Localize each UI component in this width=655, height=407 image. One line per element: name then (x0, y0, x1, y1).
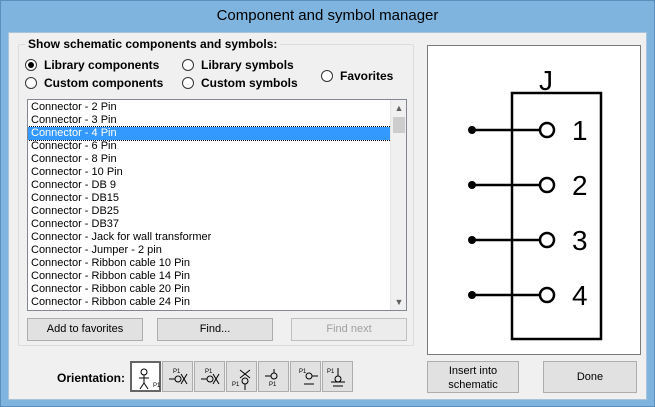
list-item[interactable]: Connector - 6 Pin (28, 140, 391, 153)
radio-label: Custom components (44, 76, 164, 90)
pin-endpoint (468, 126, 476, 134)
radio-label: Favorites (340, 69, 394, 83)
connector-symbol: J 1 2 3 4 (468, 65, 603, 341)
orientation-pin-label: P1 (299, 369, 307, 375)
symbol-pins: 1 2 3 4 (468, 115, 588, 311)
pin-number: 4 (572, 280, 588, 311)
symbol-pin: 1 (468, 115, 588, 146)
list-item[interactable]: Connector - 4 Pin (28, 126, 392, 141)
pin-number: 3 (572, 225, 588, 256)
orientation-6-button[interactable]: P1 (290, 361, 321, 392)
orientation-icon: P1 (327, 368, 345, 387)
pin-circle (538, 231, 556, 249)
orientation-pin-label: P1 (269, 382, 277, 388)
orientation-pin-label: P1 (153, 383, 160, 389)
find-button[interactable]: Find... (157, 318, 273, 341)
orientation-icon: P1 (169, 369, 188, 385)
list-item[interactable]: Connector - 8 Pin (28, 153, 391, 166)
pin-endpoint (468, 236, 476, 244)
list-item[interactable]: Connector - Jack for wall transformer (28, 231, 391, 244)
orientation-1-button[interactable]: P1 (130, 361, 161, 392)
list-item[interactable]: Connector - Ribbon cable 20 Pin (28, 283, 391, 296)
insert-button-label: Insert into schematic (448, 365, 498, 391)
orientation-icon: P1 (299, 369, 318, 385)
radio-circle (25, 59, 37, 71)
radio-library-components[interactable]: Library components (25, 58, 159, 73)
radio-label: Library symbols (201, 58, 294, 72)
insert-into-schematic-button[interactable]: Insert into schematic (427, 361, 519, 393)
list-item[interactable]: Connector - 3 Pin (28, 114, 391, 127)
radio-circle (321, 70, 333, 82)
pin-number: 1 (572, 115, 588, 146)
pin-circle (538, 121, 556, 139)
list-item[interactable]: Connector - Ribbon cable 10 Pin (28, 257, 391, 270)
scroll-thumb[interactable] (393, 117, 405, 133)
radio-circle (25, 77, 37, 89)
orientation-pin-label: P1 (173, 369, 181, 375)
component-symbol-manager-window: Component and symbol manager Show schema… (0, 0, 655, 407)
radio-circle (182, 59, 194, 71)
orientation-pin-label: P1 (327, 369, 335, 375)
list-item[interactable]: Connector - 10 Pin (28, 166, 391, 179)
symbol-preview: J 1 2 3 4 (427, 45, 641, 355)
symbol-pin: 4 (468, 280, 588, 311)
filter-group: Show schematic components and symbols: L… (18, 37, 414, 346)
add-to-favorites-button[interactable]: Add to favorites (27, 318, 143, 341)
orientation-4-button[interactable]: P1 (226, 361, 257, 392)
orientation-icon: P1 (201, 369, 220, 385)
pin-circle (538, 176, 556, 194)
list-item[interactable]: Connector - 2 Pin (28, 101, 391, 114)
symbol-pin: 3 (468, 225, 588, 256)
find-next-button[interactable]: Find next (291, 318, 407, 341)
radio-label: Custom symbols (201, 76, 298, 90)
component-listbox[interactable]: Connector - 2 Pin Connector - 3 Pin Connec… (27, 99, 407, 311)
radio-label: Library components (44, 58, 160, 72)
list-item[interactable]: Connector - Ribbon cable 24 Pin (28, 296, 391, 309)
done-button[interactable]: Done (543, 361, 637, 393)
orientation-pin-label: P1 (205, 369, 213, 375)
orientation-pin-label: P1 (232, 382, 240, 388)
list-scrollbar[interactable]: ▲ ▼ (390, 100, 406, 310)
radio-custom-symbols[interactable]: Custom symbols (182, 76, 298, 91)
list-item[interactable]: Connector - DB15 (28, 192, 391, 205)
orientation-icon: P1 (265, 369, 278, 388)
scroll-up-icon[interactable]: ▲ (391, 100, 406, 116)
pin-number: 2 (572, 170, 588, 201)
orientation-label: Orientation: (57, 371, 125, 385)
dialog-client-area: Show schematic components and symbols: L… (8, 32, 647, 400)
radio-circle (182, 77, 194, 89)
list-item[interactable]: Connector - DB25 (28, 205, 391, 218)
symbol-pin: 2 (468, 170, 588, 201)
component-list: Connector - 2 Pin Connector - 3 Pin Connec… (28, 101, 392, 309)
list-item[interactable]: Connector - DB37 (28, 218, 391, 231)
orientation-icon: P1 (232, 369, 251, 390)
pin-endpoint (468, 291, 476, 299)
pin-endpoint (468, 181, 476, 189)
orientation-5-button[interactable]: P1 (258, 361, 289, 392)
orientation-2-button[interactable]: P1 (162, 361, 193, 392)
orientation-icon: P1 (139, 368, 160, 390)
symbol-ref-label: J (539, 65, 553, 96)
pin-circle (538, 286, 556, 304)
orientation-3-button[interactable]: P1 (194, 361, 225, 392)
radio-custom-components[interactable]: Custom components (25, 76, 163, 91)
list-item[interactable]: Connector - Ribbon cable 14 Pin (28, 270, 391, 283)
list-item[interactable]: Connector - DB 9 (28, 179, 391, 192)
filter-group-label: Show schematic components and symbols: (25, 37, 281, 51)
orientation-7-button[interactable]: P1 (322, 361, 353, 392)
radio-library-symbols[interactable]: Library symbols (182, 58, 294, 73)
window-title: Component and symbol manager (216, 7, 439, 24)
list-item[interactable]: Connector - Jumper - 2 pin (28, 244, 391, 257)
radio-favorites[interactable]: Favorites (321, 69, 393, 84)
scroll-down-icon[interactable]: ▼ (391, 294, 406, 310)
